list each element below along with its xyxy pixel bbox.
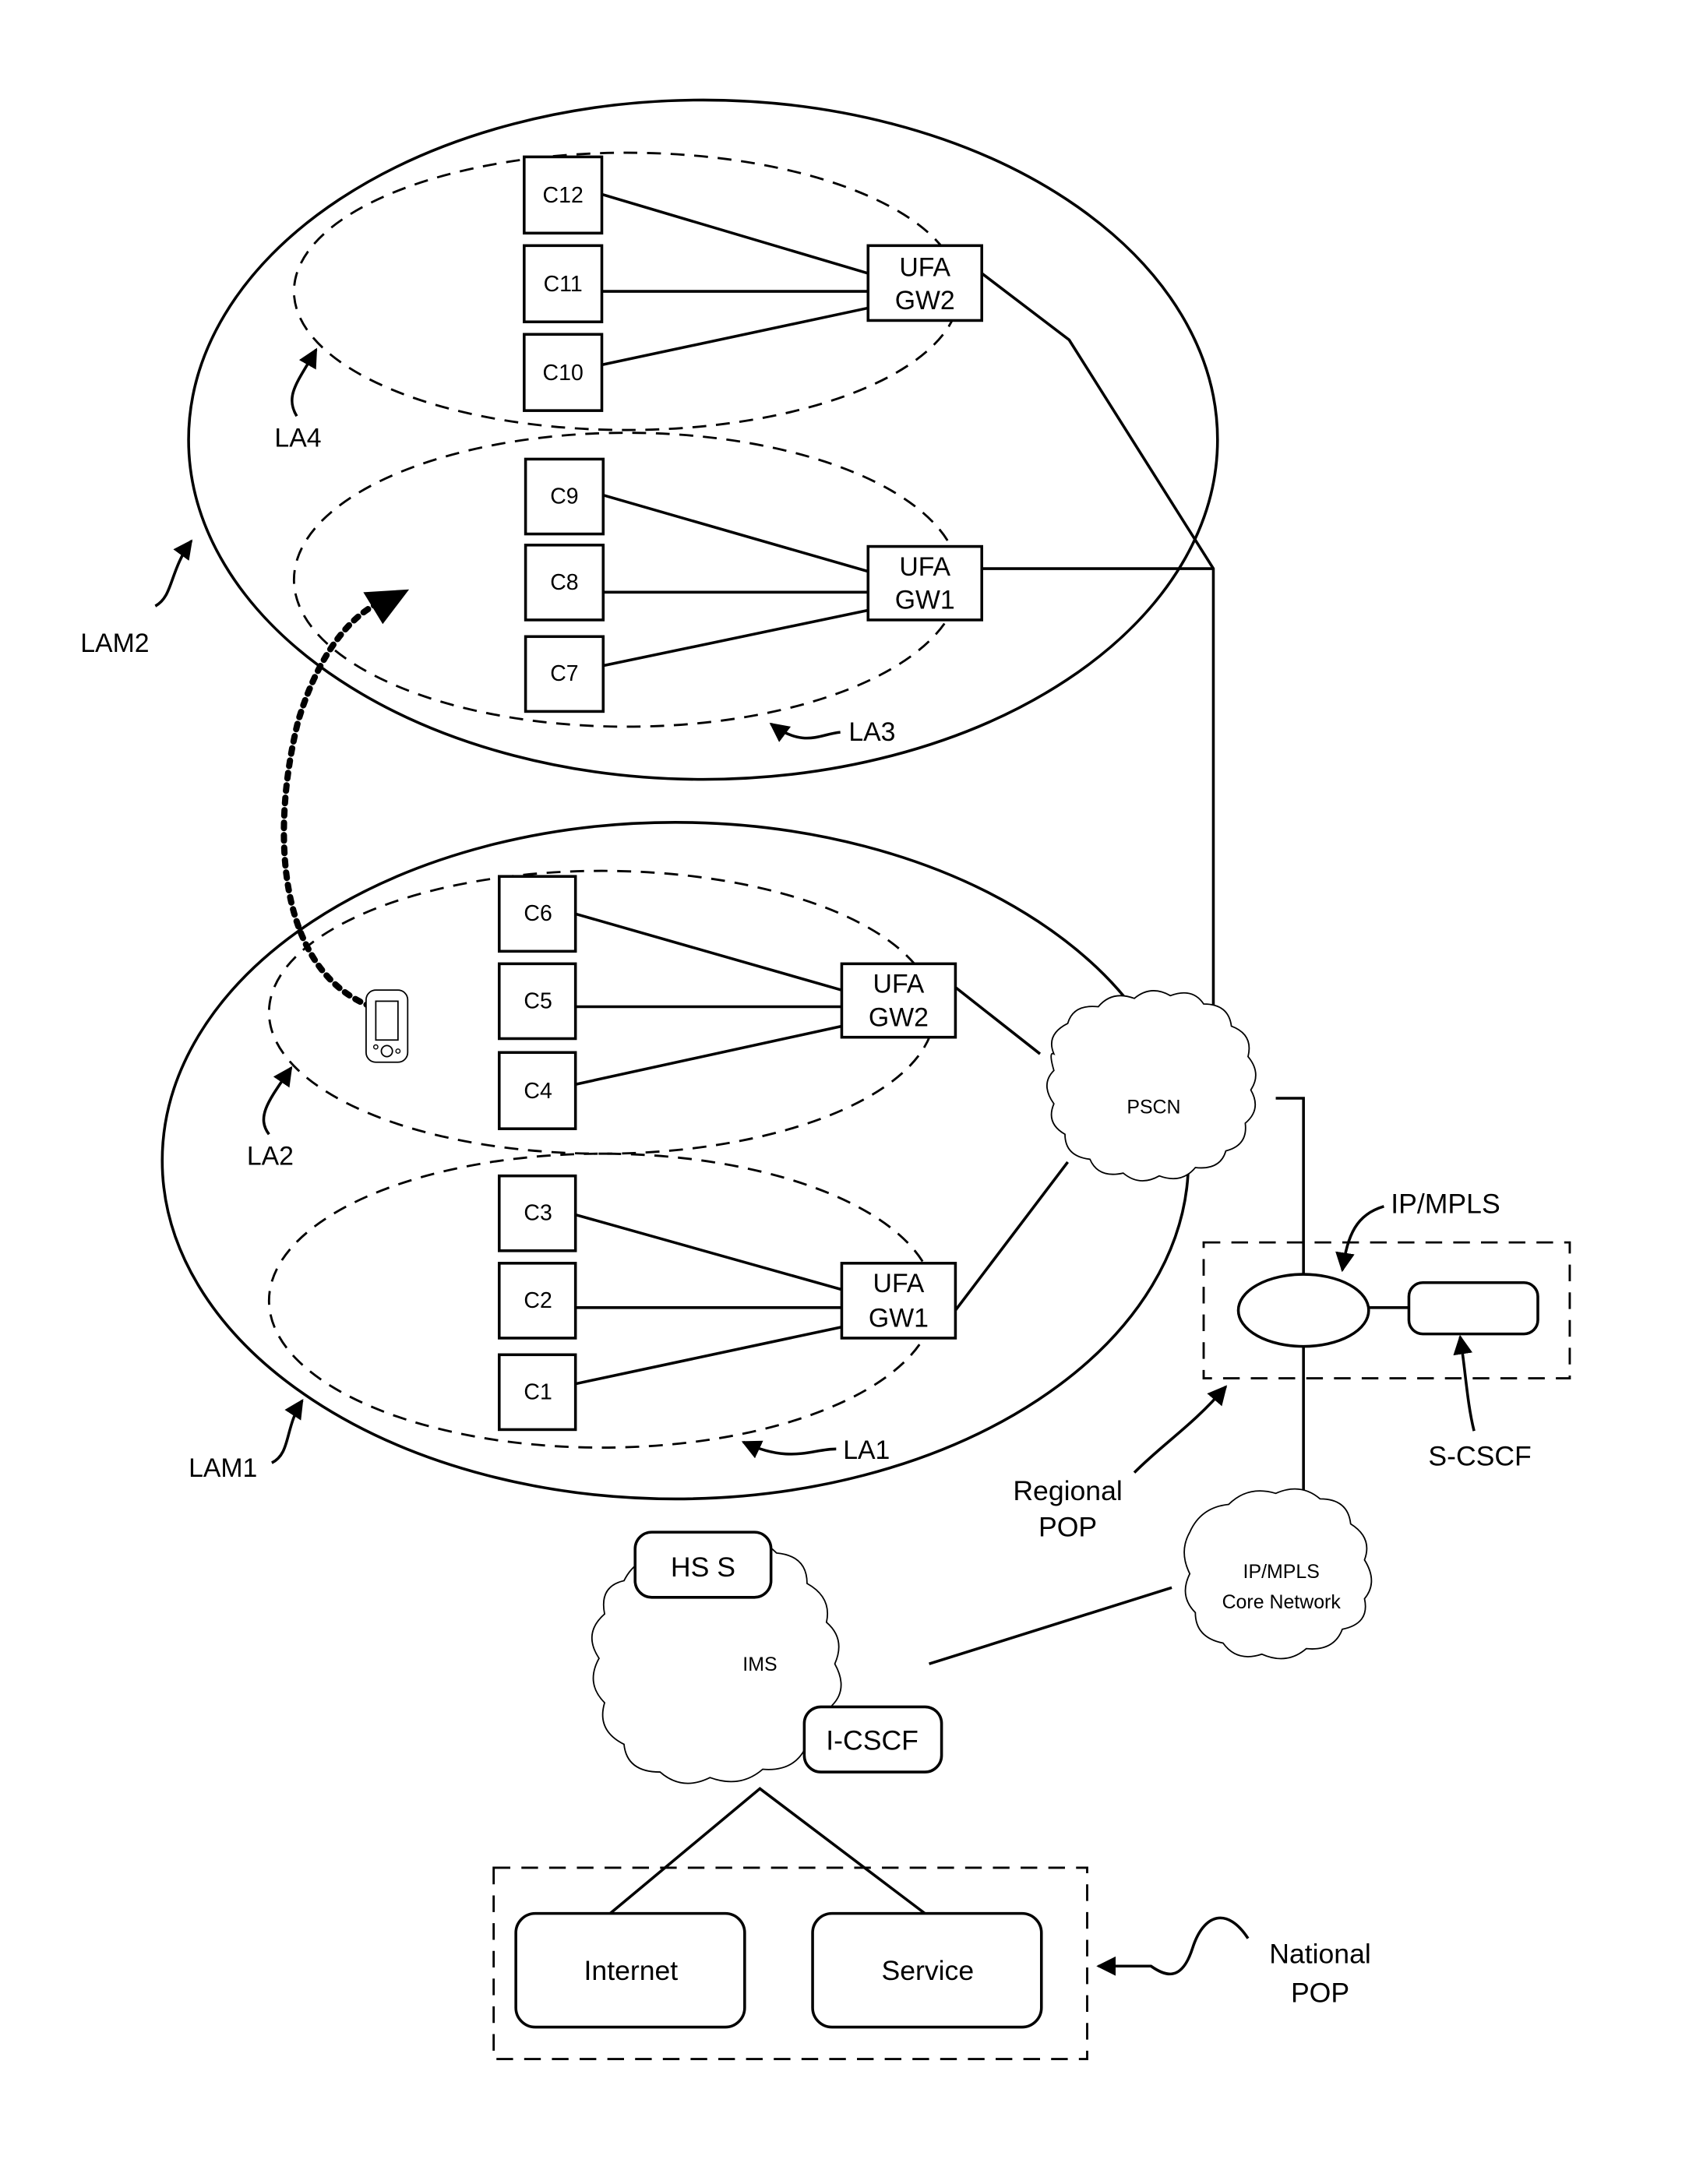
gateway-label-line2: GW1 bbox=[869, 1304, 929, 1333]
gateway-label-line1: UFA bbox=[873, 970, 925, 999]
cell-label: C6 bbox=[524, 901, 552, 926]
ip-mpls-core-cloud[interactable]: IP/MPLS Core Network bbox=[1183, 1488, 1373, 1660]
cell-c4[interactable]: C4 bbox=[498, 1051, 577, 1130]
s-cscf-box[interactable] bbox=[1407, 1280, 1539, 1336]
mobile-phone-icon[interactable] bbox=[365, 989, 409, 1063]
gateway-label-line2: GW1 bbox=[895, 586, 955, 615]
hss-label: HS S bbox=[671, 1552, 735, 1583]
lam2-label: LAM2 bbox=[80, 629, 149, 658]
national-pop-label-line2: POP bbox=[1291, 1978, 1349, 2009]
link-gw2-bottom-to-pscn bbox=[954, 986, 1042, 1055]
i-cscf-label: I-CSCF bbox=[826, 1725, 919, 1756]
regional-pop-label-line2: POP bbox=[1038, 1511, 1097, 1542]
cell-c5[interactable]: C5 bbox=[498, 962, 577, 1041]
la2-label: LA2 bbox=[247, 1141, 294, 1171]
network-diagram: C12 C11 C10 UFA GW2 C9 C8 C7 UFA GW1 LA4… bbox=[80, 98, 1571, 2060]
gateway-label-line1: UFA bbox=[899, 252, 950, 282]
cell-label: C3 bbox=[524, 1201, 552, 1226]
cell-c12[interactable]: C12 bbox=[523, 155, 604, 235]
la1-label: LA1 bbox=[843, 1435, 890, 1465]
la3-ellipse bbox=[292, 432, 961, 728]
gateway-ufa-gw2-top[interactable]: UFA GW2 bbox=[866, 244, 983, 322]
cell-c9[interactable]: C9 bbox=[524, 457, 605, 536]
cell-label: C10 bbox=[543, 361, 584, 386]
cell-label: C2 bbox=[524, 1288, 552, 1313]
pscn-cloud[interactable]: PSCN bbox=[1045, 990, 1257, 1182]
link-gw1-bottom-to-pscn bbox=[954, 1161, 1069, 1312]
cell-c11[interactable]: C11 bbox=[523, 244, 604, 324]
cell-c10[interactable]: C10 bbox=[523, 333, 604, 412]
pscn-label: PSCN bbox=[1127, 1097, 1180, 1118]
cell-c8[interactable]: C8 bbox=[524, 544, 605, 622]
cell-label: C9 bbox=[550, 484, 578, 509]
gateway-label-line1: UFA bbox=[899, 552, 950, 582]
gateway-ufa-gw2-bottom[interactable]: UFA GW2 bbox=[840, 962, 957, 1039]
ip-mpls-router[interactable] bbox=[1236, 1273, 1370, 1348]
service-box[interactable]: Service bbox=[811, 1911, 1043, 2029]
cell-c3[interactable]: C3 bbox=[498, 1174, 577, 1252]
regional-pop-label-line1: Regional bbox=[1013, 1475, 1122, 1506]
cell-label: C8 bbox=[550, 570, 578, 595]
la4-label: LA4 bbox=[274, 423, 321, 453]
cell-label: C1 bbox=[524, 1379, 552, 1404]
cell-c1[interactable]: C1 bbox=[498, 1353, 577, 1432]
link-core-to-ims bbox=[929, 1586, 1172, 1665]
core-label-line1: IP/MPLS bbox=[1243, 1561, 1320, 1583]
cell-c7[interactable]: C7 bbox=[524, 635, 605, 713]
gateway-label-line2: GW2 bbox=[869, 1002, 929, 1032]
lam2-ellipse bbox=[187, 98, 1219, 781]
i-cscf-box[interactable]: I-CSCF bbox=[802, 1705, 943, 1774]
lam1-label: LAM1 bbox=[189, 1453, 257, 1483]
lam1-group: C6 C5 C4 UFA GW2 C3 C2 C1 UFA GW1 LA2 LA… bbox=[160, 821, 1190, 1501]
national-pop-label-line1: National bbox=[1269, 1939, 1371, 1970]
cell-c6[interactable]: C6 bbox=[498, 875, 577, 953]
internet-label: Internet bbox=[584, 1955, 679, 1986]
cell-label: C11 bbox=[544, 272, 583, 297]
ip-mpls-label: IP/MPLS bbox=[1391, 1189, 1500, 1220]
link-ims-to-national-pop bbox=[609, 1787, 926, 1915]
cell-label: C7 bbox=[550, 661, 578, 686]
lam2-group: C12 C11 C10 UFA GW2 C9 C8 C7 UFA GW1 LA4… bbox=[80, 98, 1219, 781]
gateway-ufa-gw1-top[interactable]: UFA GW1 bbox=[866, 544, 983, 622]
cell-label: C12 bbox=[543, 183, 584, 208]
cell-c2[interactable]: C2 bbox=[498, 1262, 577, 1340]
gateway-label-line1: UFA bbox=[873, 1269, 925, 1298]
gateway-ufa-gw1-bottom[interactable]: UFA GW1 bbox=[840, 1262, 957, 1340]
lam1-ellipse bbox=[160, 821, 1190, 1501]
core-label-line2: Core Network bbox=[1222, 1591, 1342, 1613]
ims-label: IMS bbox=[742, 1654, 777, 1675]
internet-box[interactable]: Internet bbox=[514, 1911, 746, 2029]
cell-label: C5 bbox=[524, 988, 552, 1013]
hss-box[interactable]: HS S bbox=[633, 1531, 773, 1599]
cell-label: C4 bbox=[524, 1079, 552, 1104]
s-cscf-label: S-CSCF bbox=[1428, 1441, 1531, 1472]
handover-path bbox=[280, 596, 392, 1010]
la1-ellipse bbox=[267, 1152, 936, 1449]
la3-label: LA3 bbox=[848, 717, 895, 747]
link-pscn-to-router bbox=[1275, 1097, 1305, 1276]
gateway-label-line2: GW2 bbox=[895, 286, 955, 315]
service-label: Service bbox=[881, 1955, 974, 1986]
